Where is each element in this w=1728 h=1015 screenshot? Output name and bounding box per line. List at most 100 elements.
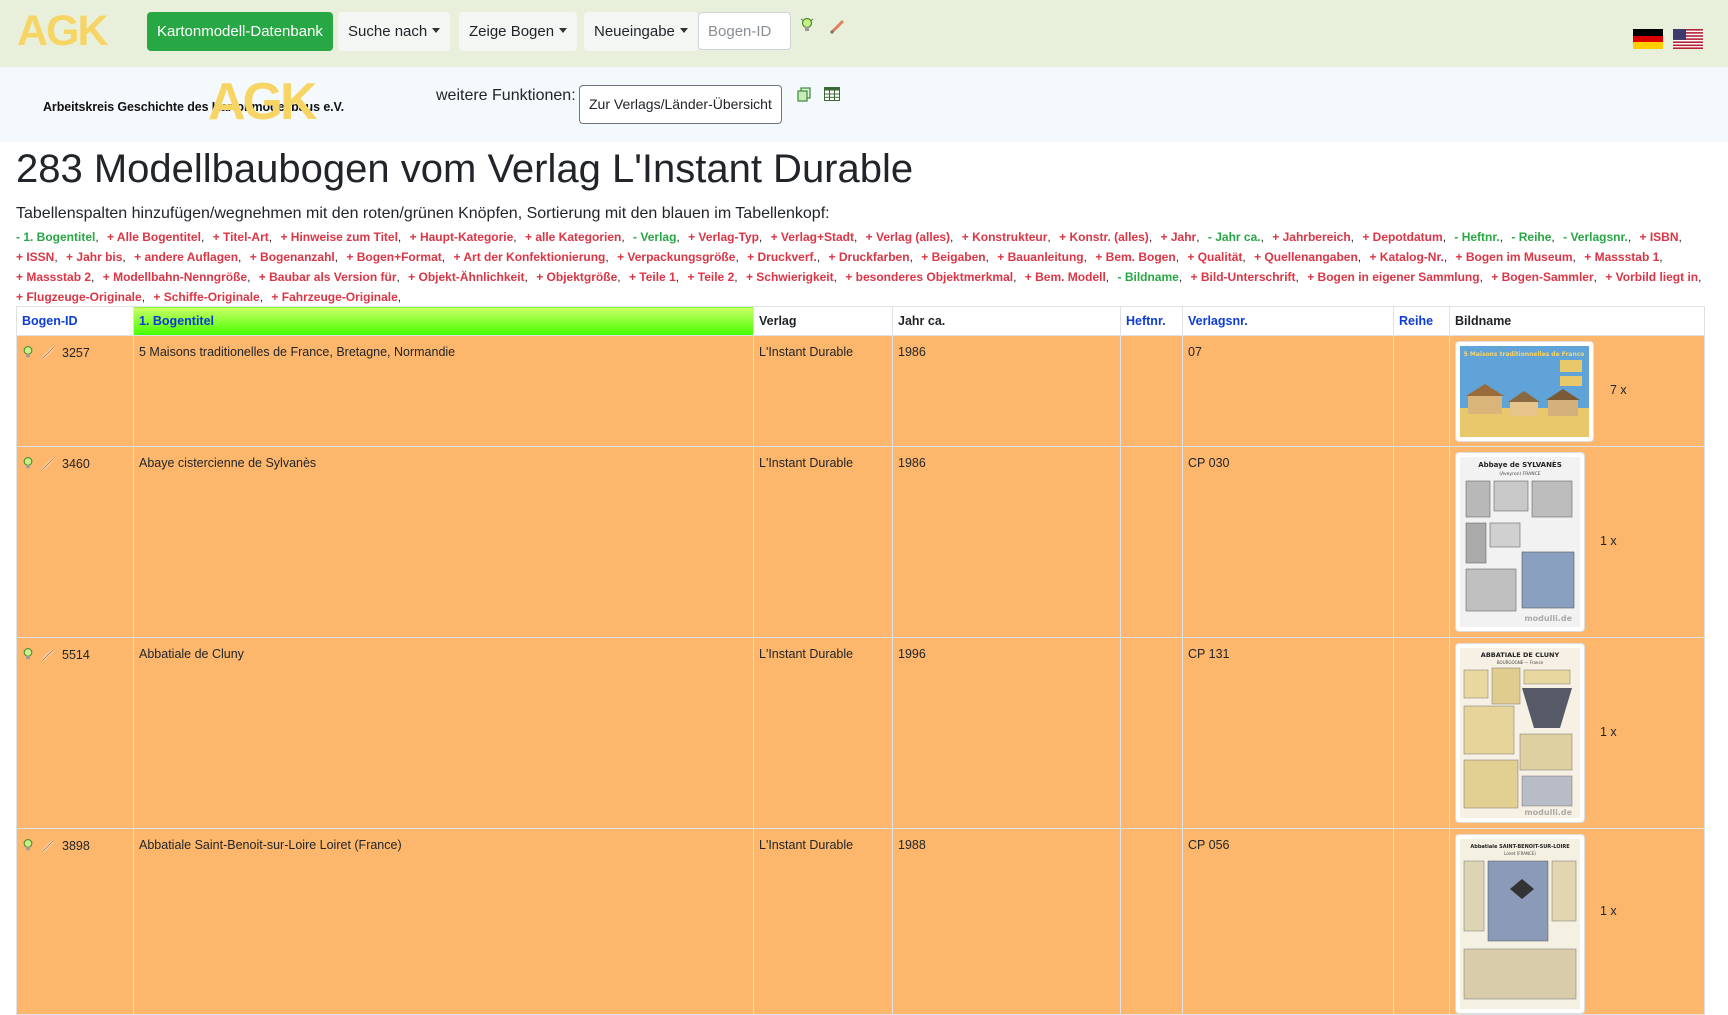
column-toggle[interactable]: + Bem. Bogen — [1095, 250, 1175, 264]
pencil-icon[interactable] — [828, 18, 846, 36]
association-logo: AGK — [208, 73, 318, 131]
column-toggle[interactable]: + Bogen im Museum — [1456, 250, 1573, 264]
copy-icon[interactable] — [796, 87, 812, 103]
publisher-cell: L'Instant Durable — [753, 828, 893, 1015]
column-toggle[interactable]: + alle Kategorien — [525, 230, 621, 244]
table-row: 3460 Abaye cistercienne de Sylvanès L'In… — [16, 446, 1705, 638]
sort-by-issue-header[interactable]: Heftnr. — [1120, 306, 1183, 336]
lightbulb-icon[interactable] — [22, 838, 34, 854]
sort-by-id-header[interactable]: Bogen-ID — [16, 306, 134, 336]
column-toggle[interactable]: + Fahrzeuge-Originale — [271, 290, 397, 304]
us-flag-icon[interactable] — [1673, 29, 1703, 49]
year-header: Jahr ca. — [892, 306, 1121, 336]
lightbulb-icon[interactable] — [800, 17, 814, 35]
column-toggle[interactable]: + Bogen in eigener Sammlung — [1307, 270, 1479, 284]
lightbulb-icon[interactable] — [22, 345, 34, 361]
column-toggle[interactable]: - Verlag — [633, 230, 676, 244]
lightbulb-icon[interactable] — [22, 647, 34, 663]
column-toggle[interactable]: + Vorbild liegt in — [1605, 270, 1698, 284]
column-toggle[interactable]: + Bild-Unterschrift — [1191, 270, 1296, 284]
search-menu-button[interactable]: Suche nach — [338, 12, 451, 51]
table-icon[interactable] — [824, 87, 840, 101]
show-sheets-menu-button[interactable]: Zeige Bogen — [459, 12, 578, 51]
column-toggle[interactable]: + Teile 1 — [629, 270, 676, 284]
column-toggle[interactable]: + Art der Konfektionierung — [453, 250, 605, 264]
column-toggle[interactable]: + Massstab 1 — [1584, 250, 1659, 264]
column-toggle[interactable]: + Objektgröße — [536, 270, 617, 284]
column-toggle[interactable]: - Jahr ca. — [1208, 230, 1261, 244]
column-toggle[interactable]: + Jahrbereich — [1272, 230, 1350, 244]
column-toggle[interactable]: + andere Auflagen — [134, 250, 238, 264]
column-toggle[interactable]: + Bauanleitung — [997, 250, 1083, 264]
database-button[interactable]: Kartonmodell-Datenbank — [147, 12, 333, 51]
column-toggle[interactable]: + Titel-Art — [213, 230, 269, 244]
column-toggle[interactable]: - Verlagsnr. — [1563, 230, 1628, 244]
column-toggle[interactable]: + Quellenangaben — [1254, 250, 1358, 264]
german-flag-icon[interactable] — [1633, 29, 1663, 49]
sheet-thumbnail[interactable]: Abbatiale SAINT-BENOIT-SUR-LOIRE Loiret … — [1455, 834, 1585, 1014]
column-toggle[interactable]: + Qualität — [1187, 250, 1242, 264]
column-toggle[interactable]: + Schwierigkeit — [746, 270, 834, 284]
column-toggle[interactable]: + Baubar als Version für — [259, 270, 397, 284]
column-toggle[interactable]: + Bogenanzahl — [250, 250, 335, 264]
sheet-id-input[interactable] — [698, 12, 791, 50]
series-cell — [1393, 446, 1450, 638]
pencil-icon[interactable] — [40, 838, 56, 854]
agk-logo[interactable]: AGK — [17, 9, 109, 53]
column-toggle[interactable]: + Verlag-Typ — [688, 230, 759, 244]
series-cell — [1393, 828, 1450, 1015]
sort-by-publisher-number-header[interactable]: Verlagsnr. — [1182, 306, 1394, 336]
column-toggle[interactable]: + Objekt-Ähnlichkeit — [408, 270, 524, 284]
new-entry-menu-button[interactable]: Neueingabe — [584, 12, 698, 51]
column-toggle[interactable]: + Teile 2 — [687, 270, 734, 284]
column-toggle[interactable]: + Verlag+Stadt — [771, 230, 854, 244]
image-count: 1 x — [1600, 725, 1617, 739]
sheet-thumbnail[interactable]: Abbaye de SYLVANÈS (Aveyron) FRANCE modu… — [1455, 452, 1585, 632]
column-toggle[interactable]: + Massstab 2 — [16, 270, 91, 284]
table-row: 5514 Abbatiale de Cluny L'Instant Durabl… — [16, 637, 1705, 829]
column-toggle[interactable]: + Modellbahn-Nenngröße — [103, 270, 247, 284]
column-toggle[interactable]: + Verlag (alles) — [866, 230, 950, 244]
pencil-icon[interactable] — [40, 456, 56, 472]
pencil-icon[interactable] — [40, 647, 56, 663]
column-toggle[interactable]: + Jahr — [1161, 230, 1197, 244]
column-toggle[interactable]: - Reihe — [1511, 230, 1551, 244]
publisher-country-overview-button[interactable]: Zur Verlags/Länder-Übersicht — [579, 85, 782, 124]
sheet-thumbnail[interactable]: ABBATIALE DE CLUNY BOURGOGNE — France mo… — [1455, 643, 1585, 823]
year-cell: 1996 — [892, 637, 1121, 829]
column-toggle[interactable]: + Schiffe-Originale — [153, 290, 259, 304]
column-toggle[interactable]: + Alle Bogentitel — [107, 230, 201, 244]
separator: , — [816, 250, 821, 264]
column-toggle[interactable]: + ISBN — [1640, 230, 1679, 244]
column-toggle[interactable]: - 1. Bogentitel — [16, 230, 95, 244]
column-toggle[interactable]: + Druckfarben — [829, 250, 910, 264]
column-toggle[interactable]: + ISSN — [16, 250, 54, 264]
column-toggle[interactable]: + Depotdatum — [1362, 230, 1442, 244]
image-cell: 5 Maisons traditionnelles de France 7 x — [1449, 335, 1705, 447]
year-cell: 1988 — [892, 828, 1121, 1015]
sort-by-series-header[interactable]: Reihe — [1393, 306, 1450, 336]
column-toggle[interactable]: + Katalog-Nr. — [1369, 250, 1443, 264]
column-toggle[interactable]: + Verpackungsgröße — [617, 250, 735, 264]
lightbulb-icon[interactable] — [22, 456, 34, 472]
column-toggle[interactable]: + besonderes Objektmerkmal — [845, 270, 1013, 284]
column-toggle[interactable]: + Konstrukteur — [962, 230, 1048, 244]
column-toggle[interactable]: + Bogen+Format — [346, 250, 441, 264]
column-toggle[interactable]: + Druckverf. — [747, 250, 817, 264]
column-toggle[interactable]: + Hinweise zum Titel — [280, 230, 397, 244]
separator: , — [238, 250, 242, 264]
column-toggle[interactable]: - Heftnr. — [1454, 230, 1499, 244]
column-toggle[interactable]: - Bildname — [1117, 270, 1178, 284]
column-toggle[interactable]: + Beigaben — [921, 250, 985, 264]
column-toggle[interactable]: + Jahr bis — [66, 250, 122, 264]
sheet-thumbnail[interactable]: 5 Maisons traditionnelles de France — [1455, 341, 1594, 442]
separator: , — [397, 230, 402, 244]
column-toggle[interactable]: + Konstr. (alles) — [1059, 230, 1149, 244]
column-toggle[interactable]: + Bem. Modell — [1025, 270, 1106, 284]
column-toggle[interactable]: + Bogen-Sammler — [1491, 270, 1593, 284]
sort-by-title-header[interactable]: 1. Bogentitel — [133, 306, 754, 336]
column-toggle[interactable]: + Haupt-Kategorie — [410, 230, 514, 244]
image-count: 1 x — [1600, 904, 1617, 918]
pencil-icon[interactable] — [40, 345, 56, 361]
column-toggle[interactable]: + Flugzeuge-Originale — [16, 290, 142, 304]
